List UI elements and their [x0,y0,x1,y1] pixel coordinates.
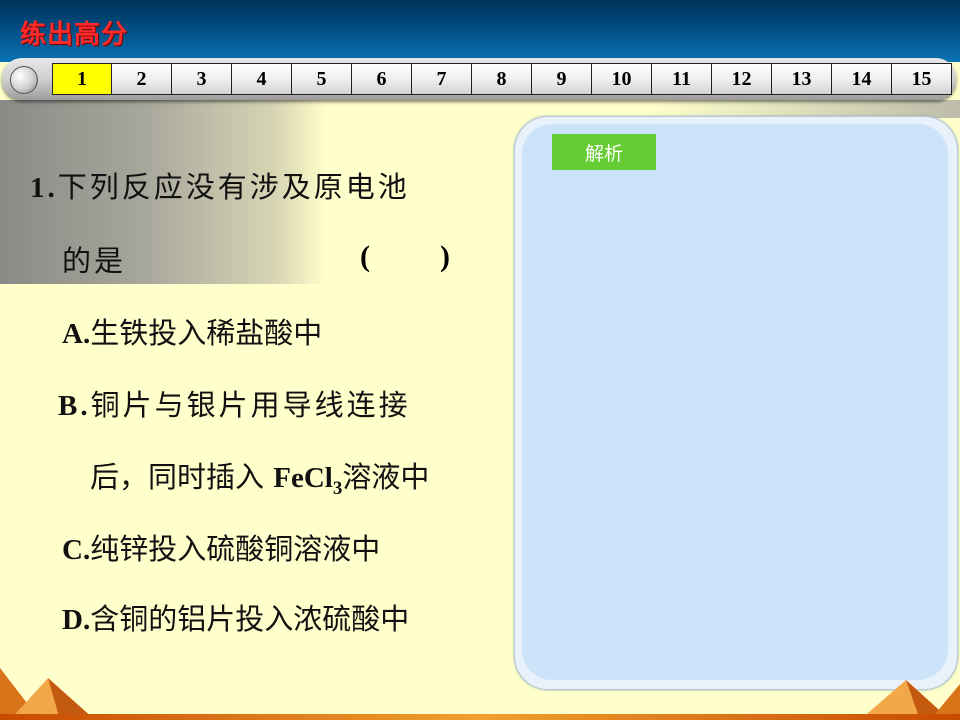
nav-item-14[interactable]: 14 [832,63,892,95]
option-c-text: 纯锌投入硫酸铜溶液中 [90,532,381,566]
option-b-formula-sub: 3 [332,477,343,499]
nav-item-11[interactable]: 11 [652,63,712,95]
nav-item-7[interactable]: 7 [412,63,472,95]
nav-item-9[interactable]: 9 [532,63,592,95]
option-b-text2-pre: 后，同时插入 [90,460,265,494]
option-b-line2: 后，同时插入 FeCl3溶液中 [90,454,429,500]
pyramid-right-icon [860,680,960,720]
header-bar: 练出高分 [0,0,960,62]
option-b-label: B. [58,390,91,422]
option-a-label: A. [62,318,91,350]
answer-paren-close: ) [440,240,450,273]
answer-paren-open: ( [360,240,370,273]
pyramid-left-icon [0,668,95,720]
nav-item-2[interactable]: 2 [112,63,172,95]
bottom-decoration-line [0,714,960,720]
nav-knob-icon[interactable] [10,66,38,94]
option-b[interactable]: B.铜片与银片用导线连接 [58,382,411,424]
nav-item-8[interactable]: 8 [472,63,532,95]
analysis-panel [522,124,948,680]
question-nav-bar: 1 2 3 4 5 6 7 8 9 10 11 12 13 14 15 [2,58,956,100]
nav-item-5[interactable]: 5 [292,63,352,95]
option-b-text2-post: 溶液中 [342,460,430,494]
nav-item-15[interactable]: 15 [892,63,952,95]
nav-item-10[interactable]: 10 [592,63,652,95]
option-b-formula: FeCl [273,462,333,494]
nav-item-1[interactable]: 1 [52,63,112,95]
option-d[interactable]: D.含铜的铝片投入浓硫酸中 [62,596,409,638]
nav-item-12[interactable]: 12 [712,63,772,95]
question-stem-text: 下列反应没有涉及原电池 [57,170,410,204]
option-b-text: 铜片与银片用导线连接 [90,388,411,422]
analysis-tag-button[interactable]: 解析 [552,134,656,170]
header-title: 练出高分 [20,20,129,50]
option-c-label: C. [62,534,91,566]
option-a-text: 生铁投入稀盐酸中 [90,316,323,350]
question-number: 1. [30,172,58,204]
nav-item-4[interactable]: 4 [232,63,292,95]
option-d-text: 含铜的铝片投入浓硫酸中 [90,602,410,636]
option-a[interactable]: A.生铁投入稀盐酸中 [62,310,322,352]
question-stem-line1: 1.下列反应没有涉及原电池 [30,164,410,206]
nav-item-3[interactable]: 3 [172,63,232,95]
option-d-label: D. [62,604,91,636]
question-stem-line2: 的是 [62,244,127,278]
nav-item-13[interactable]: 13 [772,63,832,95]
question-nav-items: 1 2 3 4 5 6 7 8 9 10 11 12 13 14 15 [52,63,952,95]
nav-item-6[interactable]: 6 [352,63,412,95]
option-c[interactable]: C.纯锌投入硫酸铜溶液中 [62,526,380,568]
